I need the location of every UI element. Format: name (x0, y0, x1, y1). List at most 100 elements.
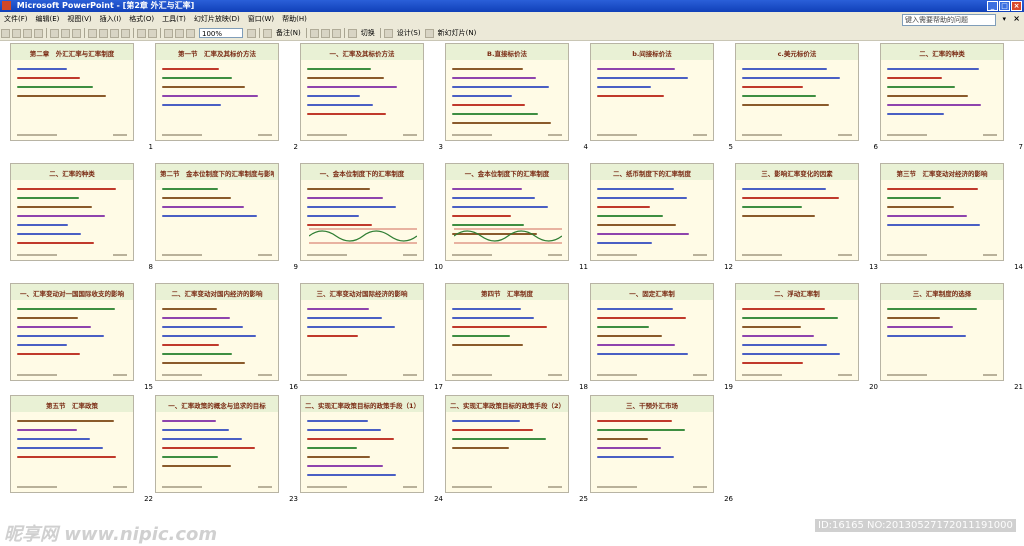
spelling-icon[interactable] (72, 28, 81, 38)
insert-table-icon[interactable] (175, 28, 184, 38)
slide-preview[interactable]: 三、汇率制度的选择 (880, 283, 1004, 381)
slide-preview[interactable]: c.美元标价法 (735, 43, 859, 141)
slide-thumbnail[interactable]: 第三节 汇率变动对经济的影响 14 (880, 163, 1024, 282)
transition-button[interactable]: 切换 (361, 28, 375, 38)
slide-preview[interactable]: 第二节 金本位制度下的汇率制度与影响汇率变化的因素 (155, 163, 279, 261)
slide-thumbnail[interactable]: 第四节 汇率制度 18 (445, 283, 590, 402)
maximize-button[interactable]: □ (999, 1, 1010, 11)
design-button[interactable]: 设计(S) (397, 28, 421, 38)
slide-footer (452, 254, 492, 256)
slide-preview[interactable]: 一、金本位制度下的汇率制度 (300, 163, 424, 261)
slide-thumbnail[interactable]: 第一节 汇率及其标价方法 2 (155, 43, 300, 162)
slide-preview[interactable]: 第二章 外汇汇率与汇率制度 (10, 43, 134, 141)
slide-preview[interactable]: b.间接标价法 (590, 43, 714, 141)
slide-preview[interactable]: 三、干预外汇市场 (590, 395, 714, 493)
slide-thumbnail[interactable]: B.直接标价法 4 (445, 43, 590, 162)
slide-thumbnail[interactable]: b.间接标价法 5 (590, 43, 735, 162)
redo-icon[interactable] (148, 28, 157, 38)
slide-preview[interactable]: B.直接标价法 (445, 43, 569, 141)
save-icon[interactable] (23, 28, 32, 38)
slide-preview[interactable]: 第五节 汇率政策 (10, 395, 134, 493)
slide-preview[interactable]: 三、影响汇率变化的因素 (735, 163, 859, 261)
slide-number: 14 (1014, 263, 1023, 271)
slide-thumbnail[interactable]: 一、固定汇率制 19 (590, 283, 735, 402)
undo-icon[interactable] (137, 28, 146, 38)
slide-thumbnail[interactable]: 二、汇率变动对国内经济的影响 16 (155, 283, 300, 402)
slide-preview[interactable]: 第四节 汇率制度 (445, 283, 569, 381)
slide-thumbnail[interactable]: 二、纸币制度下的汇率制度 12 (590, 163, 735, 282)
new-icon[interactable] (1, 28, 10, 38)
slide-thumbnail[interactable]: 一、汇率变动对一国国际收支的影响 15 (10, 283, 155, 402)
slide-preview[interactable]: 二、汇率变动对国内经济的影响 (155, 283, 279, 381)
summary-icon[interactable] (331, 28, 341, 38)
menu-view[interactable]: 视图(V) (63, 14, 95, 24)
zoom-select[interactable]: 100% (199, 28, 243, 38)
copy-icon[interactable] (99, 28, 108, 38)
design-icon[interactable] (383, 28, 393, 38)
slide-preview[interactable]: 二、纸币制度下的汇率制度 (590, 163, 714, 261)
print-icon[interactable] (50, 28, 59, 38)
hide-slide-icon[interactable] (309, 28, 319, 38)
slide-thumbnail[interactable]: 一、汇率政策的概念与追求的目标 23 (155, 395, 300, 514)
notes-icon[interactable] (263, 28, 272, 38)
slide-thumbnail[interactable]: 三、影响汇率变化的因素 13 (735, 163, 880, 282)
paste-icon[interactable] (110, 28, 119, 38)
slide-thumbnail[interactable]: c.美元标价法 6 (735, 43, 880, 162)
slide-thumbnail[interactable]: 三、汇率变动对国际经济的影响 17 (300, 283, 445, 402)
slide-preview[interactable]: 一、金本位制度下的汇率制度 (445, 163, 569, 261)
slide-thumbnail[interactable]: 一、金本位制度下的汇率制度 10 (300, 163, 445, 282)
color-grayscale-icon[interactable] (186, 28, 195, 38)
minimize-button[interactable]: _ (987, 1, 998, 11)
format-painter-icon[interactable] (121, 28, 130, 38)
notes-button[interactable]: 备注(N) (276, 28, 301, 38)
preview-icon[interactable] (61, 28, 70, 38)
slide-text-line (887, 206, 954, 208)
permission-icon[interactable] (34, 28, 43, 38)
slide-preview[interactable]: 三、汇率变动对国际经济的影响 (300, 283, 424, 381)
slide-preview[interactable]: 第三节 汇率变动对经济的影响 (880, 163, 1004, 261)
menu-insert[interactable]: 插入(I) (96, 14, 126, 24)
document-close-button[interactable]: × (1013, 14, 1020, 23)
menu-tools[interactable]: 工具(T) (158, 14, 190, 24)
slide-number: 4 (583, 143, 588, 151)
menu-file[interactable]: 文件(F) (0, 14, 32, 24)
insert-chart-icon[interactable] (164, 28, 173, 38)
slide-thumbnail[interactable]: 第五节 汇率政策 22 (10, 395, 155, 514)
slide-preview[interactable]: 一、汇率变动对一国国际收支的影响 (10, 283, 134, 381)
help-dropdown-icon[interactable]: ▾ (1002, 15, 1006, 23)
help-icon[interactable] (247, 28, 256, 38)
slide-preview[interactable]: 二、浮动汇率制 (735, 283, 859, 381)
slide-preview[interactable]: 二、实现汇率政策目标的政策手段（2） (445, 395, 569, 493)
slide-preview[interactable]: 二、汇率的种类 (880, 43, 1004, 141)
rehearse-icon[interactable] (320, 28, 330, 38)
slide-thumbnail[interactable]: 二、实现汇率政策目标的政策手段（1） 24 (300, 395, 445, 514)
new-slide-button[interactable]: 新幻灯片(N) (438, 28, 477, 38)
menu-window[interactable]: 窗口(W) (244, 14, 278, 24)
cut-icon[interactable] (88, 28, 97, 38)
slide-preview[interactable]: 二、汇率的种类 (10, 163, 134, 261)
slide-thumbnail[interactable]: 三、干预外汇市场 26 (590, 395, 735, 514)
new-slide-icon[interactable] (424, 28, 434, 38)
help-search-input[interactable]: 键入需要帮助的问题 (902, 14, 996, 26)
menu-edit[interactable]: 编辑(E) (32, 14, 64, 24)
slide-preview[interactable]: 第一节 汇率及其标价方法 (155, 43, 279, 141)
menu-slideshow[interactable]: 幻灯片放映(D) (190, 14, 244, 24)
slide-thumbnail[interactable]: 二、实现汇率政策目标的政策手段（2） 25 (445, 395, 590, 514)
slide-thumbnail[interactable]: 三、汇率制度的选择 21 (880, 283, 1024, 402)
slide-preview[interactable]: 一、汇率政策的概念与追求的目标 (155, 395, 279, 493)
menu-format[interactable]: 格式(O) (125, 14, 158, 24)
slide-thumbnail[interactable]: 第二章 外汇汇率与汇率制度 1 (10, 43, 155, 162)
slide-thumbnail[interactable]: 二、汇率的种类 8 (10, 163, 155, 282)
open-icon[interactable] (12, 28, 21, 38)
close-button[interactable]: × (1011, 1, 1022, 11)
slide-thumbnail[interactable]: 二、汇率的种类 7 (880, 43, 1024, 162)
slide-thumbnail[interactable]: 第二节 金本位制度下的汇率制度与影响汇率变化的因素 9 (155, 163, 300, 282)
slide-thumbnail[interactable]: 一、金本位制度下的汇率制度 11 (445, 163, 590, 282)
slide-thumbnail[interactable]: 二、浮动汇率制 20 (735, 283, 880, 402)
menu-help[interactable]: 帮助(H) (278, 14, 311, 24)
slide-preview[interactable]: 二、实现汇率政策目标的政策手段（1） (300, 395, 424, 493)
slide-preview[interactable]: 一、固定汇率制 (590, 283, 714, 381)
slide-thumbnail[interactable]: 一、汇率及其标价方法 3 (300, 43, 445, 162)
slide-preview[interactable]: 一、汇率及其标价方法 (300, 43, 424, 141)
transition-icon[interactable] (347, 28, 357, 38)
